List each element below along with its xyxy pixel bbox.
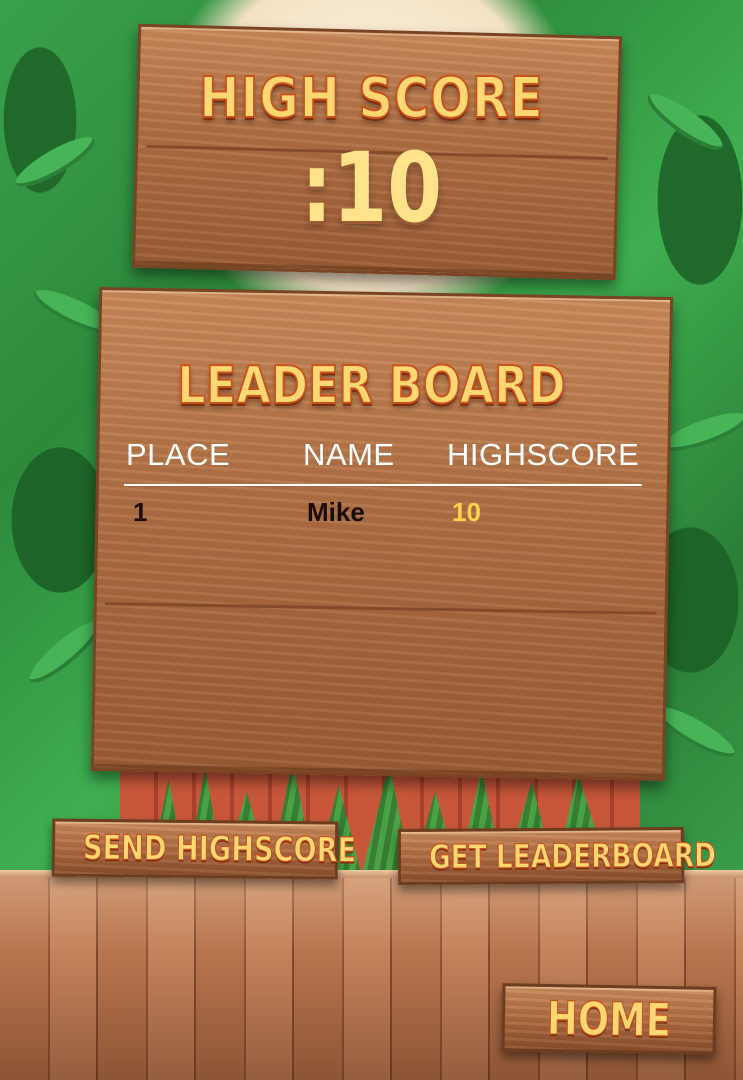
- home-label: HOME: [546, 990, 672, 1048]
- header-divider: [124, 484, 642, 486]
- column-header-name: NAME: [303, 437, 395, 472]
- leaderboard-title: LEADER BOARD: [176, 355, 566, 417]
- column-header-highscore: HIGHSCORE: [447, 437, 640, 472]
- row-name: Mike: [307, 497, 365, 527]
- row-score: 10: [452, 497, 481, 527]
- home-button[interactable]: HOME: [501, 983, 717, 1055]
- plank-seam: [104, 602, 657, 615]
- row-place: 1: [133, 497, 148, 527]
- send-highscore-label: SEND HIGHSCORE: [82, 827, 357, 871]
- send-highscore-button[interactable]: SEND HIGHSCORE: [51, 818, 357, 880]
- get-leaderboard-button[interactable]: GET LEADERBOARD: [397, 827, 717, 885]
- get-leaderboard-label: GET LEADERBOARD: [428, 835, 717, 877]
- high-score-value: :10: [300, 132, 443, 244]
- high-score-label: HIGH SCORE: [198, 65, 544, 132]
- leaderboard-header-row: PLACE NAME HIGHSCORE: [126, 437, 646, 477]
- column-header-place: PLACE: [126, 437, 231, 472]
